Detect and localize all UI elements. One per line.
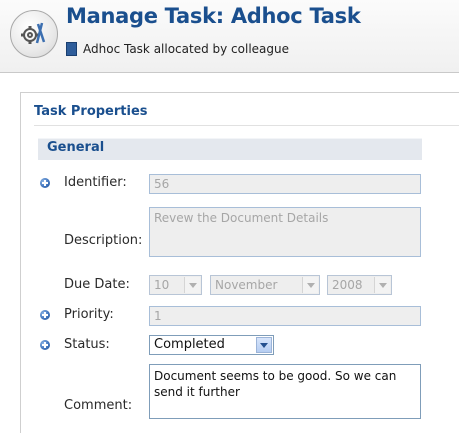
divider [34,125,459,126]
status-value: Completed [154,337,225,352]
status-select[interactable]: Completed [149,335,274,355]
due-date-month-value: November [215,278,278,292]
panel-title: Task Properties [34,104,148,119]
page-subtitle: Adhoc Task allocated by colleague [83,42,290,56]
description-field[interactable]: Revew the Document Details [149,207,421,257]
due-date-label: Due Date: [64,277,130,292]
document-icon [66,42,77,56]
priority-field[interactable]: 1 [149,306,421,326]
required-icon [40,178,50,188]
identifier-field[interactable]: 56 [149,174,421,194]
gear-tool-icon [10,10,58,58]
due-date-day-value: 10 [154,278,170,292]
due-date-month-select[interactable]: November [210,275,320,295]
status-label: Status: [64,337,110,352]
chevron-down-icon [302,277,318,293]
chevron-down-icon [184,277,200,293]
comment-textarea[interactable]: Document seems to be good. So we can sen… [149,364,421,419]
chevron-down-icon [256,337,272,353]
comment-label: Comment: [64,398,133,413]
due-date-day-select[interactable]: 10 [149,275,202,295]
due-date-year-value: 2008 [332,278,363,292]
required-icon [40,340,50,350]
section-title: General [47,140,105,155]
identifier-label: Identifier: [64,175,127,190]
page-header: Manage Task: Adhoc Task Adhoc Task alloc… [0,0,459,73]
priority-label: Priority: [64,307,114,322]
page-title: Manage Task: Adhoc Task [66,4,361,28]
due-date-year-select[interactable]: 2008 [327,275,392,295]
description-label: Description: [64,233,143,248]
required-icon [40,310,50,320]
chevron-down-icon [374,277,390,293]
